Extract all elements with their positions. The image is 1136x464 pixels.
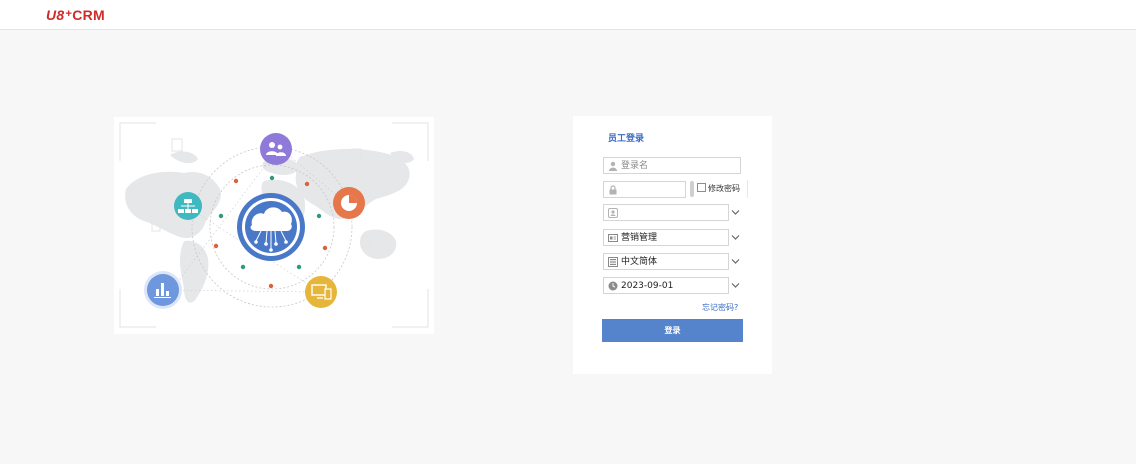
pie-chart-icon <box>333 187 365 219</box>
chevron-down-icon <box>731 259 740 264</box>
id-card-icon <box>608 234 618 242</box>
system-dropdown-button[interactable] <box>729 229 743 246</box>
forgot-password-link[interactable]: 忘记密码? <box>702 302 738 313</box>
language-icon <box>608 257 618 267</box>
lock-icon <box>609 185 617 195</box>
top-bar: U8+CRM <box>0 0 1136 30</box>
clock-icon <box>608 281 618 291</box>
org-chart-icon <box>174 192 202 220</box>
world-network-graphic <box>119 122 429 328</box>
language-dropdown-button[interactable] <box>729 253 743 270</box>
language-select[interactable]: 中文简体 <box>603 253 729 270</box>
bar-chart-icon <box>144 271 182 309</box>
language-value: 中文简体 <box>621 257 658 267</box>
account-select[interactable] <box>603 204 729 221</box>
logo-u8: U8 <box>46 7 65 23</box>
logo-crm: CRM <box>72 7 106 23</box>
change-password-option[interactable]: 修改密码 <box>697 183 740 195</box>
date-value: 2023-09-01 <box>621 281 674 291</box>
username-field[interactable]: 登录名 <box>603 157 741 174</box>
account-icon <box>608 208 618 218</box>
u8-crm-logo: U8+CRM <box>46 7 105 25</box>
username-placeholder: 登录名 <box>621 161 649 171</box>
chevron-down-icon <box>731 210 740 215</box>
account-dropdown-button[interactable] <box>729 204 743 221</box>
system-select[interactable]: 营销管理 <box>603 229 729 246</box>
chevron-down-icon <box>731 235 740 240</box>
chevron-down-icon <box>731 283 740 288</box>
people-icon <box>260 133 292 165</box>
user-icon <box>609 161 617 171</box>
cloud-hub-icon <box>237 193 305 261</box>
password-field[interactable] <box>603 181 686 198</box>
login-title: 员工登录 <box>608 134 645 144</box>
devices-icon <box>305 276 337 308</box>
crm-illustration <box>114 117 434 334</box>
panel-side-divider <box>747 180 759 198</box>
login-button[interactable]: 登录 <box>602 319 743 342</box>
date-select[interactable]: 2023-09-01 <box>603 277 729 294</box>
system-value: 营销管理 <box>621 233 658 243</box>
logo-plus: + <box>65 8 73 20</box>
date-dropdown-button[interactable] <box>729 277 743 294</box>
change-password-label: 修改密码 <box>708 184 740 193</box>
password-field-grip <box>690 181 694 197</box>
change-password-checkbox[interactable] <box>697 183 706 192</box>
